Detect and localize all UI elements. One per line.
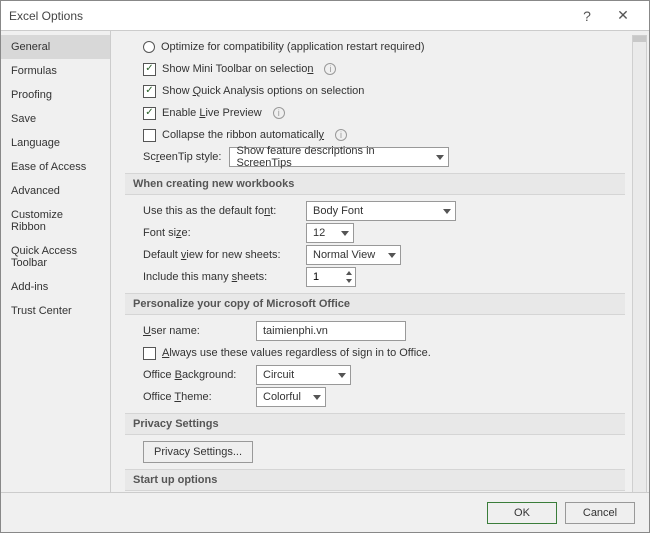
titlebar: Excel Options ? ✕	[1, 1, 649, 31]
quick-analysis-label: Show Quick Analysis options on selection	[162, 85, 364, 97]
default-view-label: Default view for new sheets:	[143, 249, 298, 261]
sidebar-item-general[interactable]: General	[1, 35, 110, 59]
sidebar-item-trust-center[interactable]: Trust Center	[1, 299, 110, 323]
dialog-footer: OK Cancel	[1, 492, 649, 532]
live-preview-label: Enable Live Preview	[162, 107, 262, 119]
info-icon[interactable]: i	[273, 107, 285, 119]
sidebar-item-ease-of-access[interactable]: Ease of Access	[1, 155, 110, 179]
office-theme-label: Office Theme:	[143, 391, 248, 403]
sidebar-item-advanced[interactable]: Advanced	[1, 179, 110, 203]
optimize-compat-radio[interactable]	[143, 41, 155, 53]
section-privacy: Privacy Settings	[125, 413, 625, 435]
office-bg-row: Office Background: Circuit	[143, 365, 625, 385]
main-panel: Optimize for compatibility (application …	[111, 31, 649, 492]
collapse-ribbon-checkbox[interactable]	[143, 129, 156, 142]
quick-analysis-row: Show Quick Analysis options on selection	[143, 81, 625, 101]
ok-button[interactable]: OK	[487, 502, 557, 524]
content-area: General Formulas Proofing Save Language …	[1, 31, 649, 492]
include-sheets-spinner[interactable]: 1	[306, 267, 356, 287]
mini-toolbar-checkbox[interactable]	[143, 63, 156, 76]
excel-options-dialog: Excel Options ? ✕ General Formulas Proof…	[0, 0, 650, 533]
sidebar-item-save[interactable]: Save	[1, 107, 110, 131]
close-button[interactable]: ✕	[605, 2, 641, 30]
collapse-ribbon-row: Collapse the ribbon automatically i	[143, 125, 625, 145]
help-button[interactable]: ?	[569, 2, 605, 30]
font-size-row: Font size: 12	[143, 223, 625, 243]
info-icon[interactable]: i	[324, 63, 336, 75]
office-theme-row: Office Theme: Colorful	[143, 387, 625, 407]
sidebar-item-addins[interactable]: Add-ins	[1, 275, 110, 299]
default-view-select[interactable]: Normal View	[306, 245, 401, 265]
default-view-row: Default view for new sheets: Normal View	[143, 245, 625, 265]
cancel-button[interactable]: Cancel	[565, 502, 635, 524]
dialog-title: Excel Options	[9, 9, 569, 23]
include-sheets-row: Include this many sheets: 1	[143, 267, 625, 287]
sidebar-item-proofing[interactable]: Proofing	[1, 83, 110, 107]
username-input[interactable]: taimienphi.vn	[256, 321, 406, 341]
quick-analysis-checkbox[interactable]	[143, 85, 156, 98]
font-size-label: Font size:	[143, 227, 298, 239]
screentip-style-select[interactable]: Show feature descriptions in ScreenTips	[229, 147, 449, 167]
mini-toolbar-label: Show Mini Toolbar on selection	[162, 63, 313, 75]
username-label: User name:	[143, 325, 248, 337]
always-use-checkbox[interactable]	[143, 347, 156, 360]
default-font-select[interactable]: Body Font	[306, 201, 456, 221]
screentip-style-row: ScreenTip style: Show feature descriptio…	[143, 147, 625, 167]
office-theme-select[interactable]: Colorful	[256, 387, 326, 407]
sidebar-item-language[interactable]: Language	[1, 131, 110, 155]
always-use-label: Always use these values regardless of si…	[162, 347, 431, 359]
optimize-compat-label: Optimize for compatibility (application …	[161, 41, 425, 53]
screentip-style-label: ScreenTip style:	[143, 151, 221, 163]
username-row: User name: taimienphi.vn	[143, 321, 625, 341]
annotation-arrow-icon	[431, 491, 591, 492]
sidebar-item-customize-ribbon[interactable]: Customize Ribbon	[1, 203, 110, 239]
sidebar-item-formulas[interactable]: Formulas	[1, 59, 110, 83]
office-bg-label: Office Background:	[143, 369, 248, 381]
collapse-ribbon-label: Collapse the ribbon automatically	[162, 129, 324, 141]
section-new-workbooks: When creating new workbooks	[125, 173, 625, 195]
optimize-compat-row: Optimize for compatibility (application …	[143, 37, 625, 57]
include-sheets-label: Include this many sheets:	[143, 271, 298, 283]
live-preview-checkbox[interactable]	[143, 107, 156, 120]
mini-toolbar-row: Show Mini Toolbar on selection i	[143, 59, 625, 79]
scroll-thumb[interactable]	[633, 36, 646, 42]
live-preview-row: Enable Live Preview i	[143, 103, 625, 123]
always-use-row: Always use these values regardless of si…	[143, 343, 625, 363]
privacy-settings-button[interactable]: Privacy Settings...	[143, 441, 253, 463]
office-bg-select[interactable]: Circuit	[256, 365, 351, 385]
category-sidebar: General Formulas Proofing Save Language …	[1, 31, 111, 492]
privacy-button-row: Privacy Settings...	[143, 441, 625, 463]
info-icon[interactable]: i	[335, 129, 347, 141]
font-size-select[interactable]: 12	[306, 223, 354, 243]
default-font-label: Use this as the default font:	[143, 205, 298, 217]
vertical-scrollbar[interactable]	[632, 35, 647, 492]
section-personalize: Personalize your copy of Microsoft Offic…	[125, 293, 625, 315]
default-font-row: Use this as the default font: Body Font	[143, 201, 625, 221]
sidebar-item-quick-access-toolbar[interactable]: Quick Access Toolbar	[1, 239, 110, 275]
section-startup: Start up options	[125, 469, 625, 491]
